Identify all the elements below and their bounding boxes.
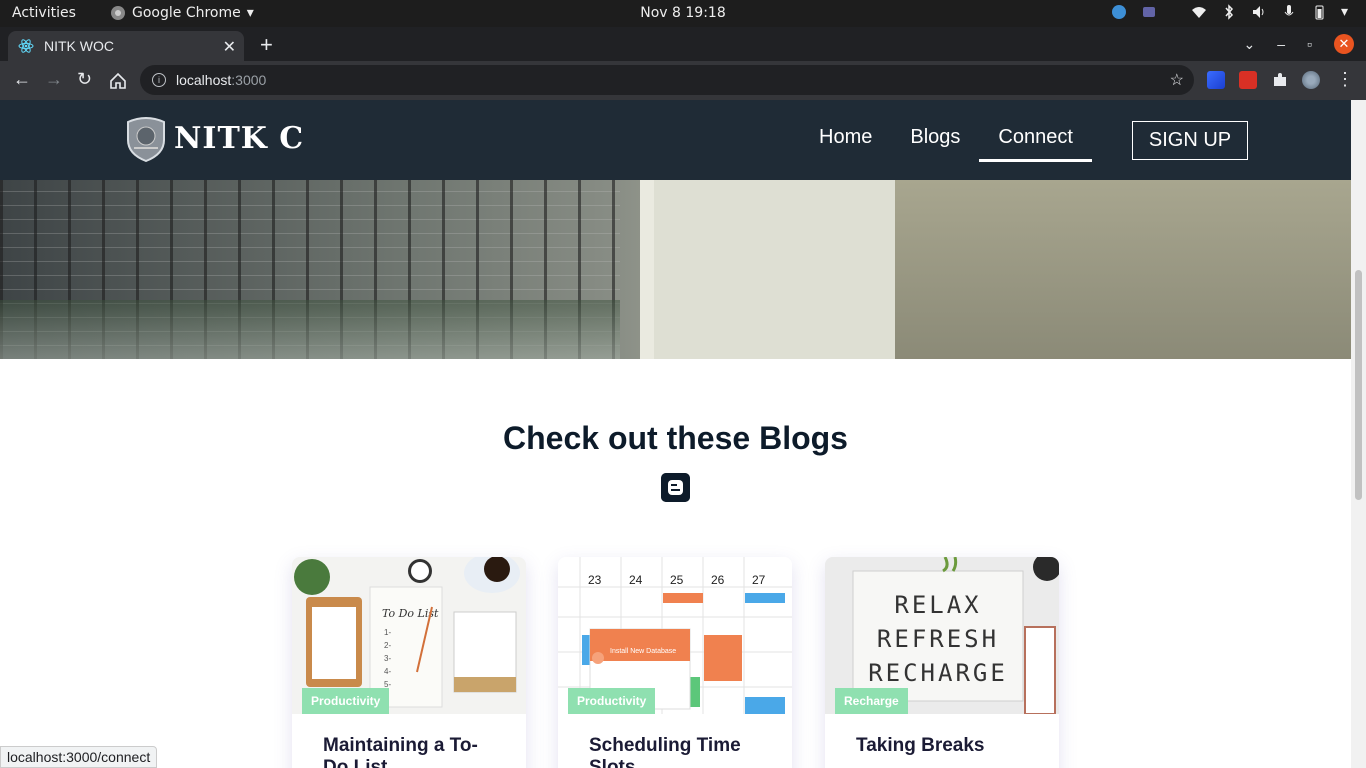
card-tag: Productivity [568, 688, 656, 714]
teams-icon [1142, 7, 1155, 17]
extension-gem-icon[interactable] [1207, 71, 1225, 89]
card-title[interactable]: Taking Breaks [856, 735, 1036, 757]
card-tag: Productivity [302, 688, 390, 714]
window-controls: ⌄ – ▫ ✕ [1244, 27, 1366, 61]
svg-text:24: 24 [629, 573, 643, 587]
svg-text:1-: 1- [384, 628, 391, 637]
close-tab-icon[interactable]: ✕ [223, 37, 236, 57]
maximize-icon[interactable]: ▫ [1307, 36, 1312, 52]
svg-text:3-: 3- [384, 654, 391, 663]
volume-icon [1252, 6, 1264, 18]
home-icon[interactable] [109, 72, 127, 90]
svg-text:25: 25 [670, 573, 684, 587]
tab-title: NITK WOC [44, 38, 114, 54]
site-info-icon[interactable]: i [152, 73, 166, 87]
svg-text:REFRESH: REFRESH [877, 625, 999, 653]
site-brand: NITK C [174, 120, 305, 156]
extensions-puzzle-icon[interactable] [1271, 71, 1289, 89]
svg-text:4-: 4- [384, 667, 391, 676]
browser-tab[interactable]: NITK WOC ✕ [8, 31, 244, 61]
tab-strip: NITK WOC ✕ + ⌄ – ▫ ✕ [0, 27, 1366, 61]
microphone-icon [1284, 5, 1294, 16]
svg-text:26: 26 [711, 573, 725, 587]
tab-search-icon[interactable]: ⌄ [1244, 36, 1256, 53]
link-status-bar: localhost:3000/connect [0, 746, 158, 768]
card-thumbnail: RELAX REFRESH RECHARGE Recharge [825, 557, 1059, 714]
app-indicator-icon [1111, 5, 1126, 19]
reload-icon[interactable]: ↻ [77, 69, 92, 90]
battery-icon [1315, 5, 1324, 20]
back-icon[interactable]: ← [13, 69, 31, 90]
web-page: NITK C Home Blogs Connect SIGN UP Check … [0, 100, 1351, 768]
hero-trees [0, 300, 620, 359]
hero-wall [895, 180, 1351, 359]
site-header: NITK C Home Blogs Connect SIGN UP [0, 100, 1351, 180]
svg-text:Install New Database: Install New Database [610, 648, 676, 655]
page-scrollbar[interactable] [1351, 100, 1366, 768]
section-title: Check out these Blogs [503, 420, 848, 456]
wifi-icon [1191, 7, 1206, 18]
chevron-down-icon: ▾ [1340, 4, 1348, 20]
system-top-bar: Activities Google Chrome ▾ Nov 8 19:18 ▾ [0, 0, 1366, 27]
hero-block [640, 180, 900, 359]
profile-avatar[interactable] [1302, 71, 1320, 89]
blog-card[interactable]: To Do List 1- 2- 3- 4- 5- Productivity M… [292, 557, 526, 768]
close-window-button[interactable]: ✕ [1334, 34, 1354, 54]
svg-text:RELAX: RELAX [894, 591, 981, 619]
system-tray[interactable]: ▾ [1111, 4, 1348, 20]
scrollbar-thumb[interactable] [1355, 270, 1362, 500]
forward-icon[interactable]: → [45, 69, 63, 90]
nitk-crest-icon [127, 117, 165, 162]
svg-text:2-: 2- [384, 641, 391, 650]
card-tag: Recharge [835, 688, 908, 714]
card-title[interactable]: Maintaining a To-Do List [323, 735, 503, 768]
chrome-menu-icon[interactable]: ⋮ [1336, 69, 1354, 90]
card-thumbnail: 23 24 25 26 27 Install New Database Prod… [558, 557, 792, 714]
bluetooth-icon [1225, 4, 1233, 20]
blog-card[interactable]: 23 24 25 26 27 Install New Database Prod… [558, 557, 792, 768]
svg-text:27: 27 [752, 573, 766, 587]
browser-toolbar: ← → ↻ i localhost:3000 ☆ ⋮ [0, 61, 1366, 100]
url-host: localhost [176, 72, 232, 88]
extension-red-icon[interactable] [1239, 71, 1257, 89]
new-tab-button[interactable]: + [260, 32, 273, 58]
nav-home[interactable]: Home [800, 126, 891, 162]
svg-text:23: 23 [588, 573, 602, 587]
card-title[interactable]: Scheduling Time Slots [589, 735, 769, 768]
nav-blogs[interactable]: Blogs [891, 126, 979, 162]
url-port: :3000 [231, 72, 267, 88]
minimize-icon[interactable]: – [1277, 36, 1285, 52]
site-logo[interactable]: NITK C [122, 114, 304, 162]
react-favicon-icon [18, 39, 34, 53]
sign-up-button[interactable]: SIGN UP [1132, 121, 1248, 160]
main-nav: Home Blogs Connect [800, 126, 1092, 162]
card-thumbnail: To Do List 1- 2- 3- 4- 5- Productivity [292, 557, 526, 714]
address-bar[interactable]: i localhost:3000 ☆ [140, 65, 1194, 95]
svg-text:RECHARGE: RECHARGE [868, 659, 1008, 687]
blog-card[interactable]: RELAX REFRESH RECHARGE Recharge Taking B… [825, 557, 1059, 768]
bookmark-star-icon[interactable]: ☆ [1170, 70, 1184, 90]
nav-connect[interactable]: Connect [979, 126, 1092, 162]
blogger-icon [661, 473, 690, 502]
